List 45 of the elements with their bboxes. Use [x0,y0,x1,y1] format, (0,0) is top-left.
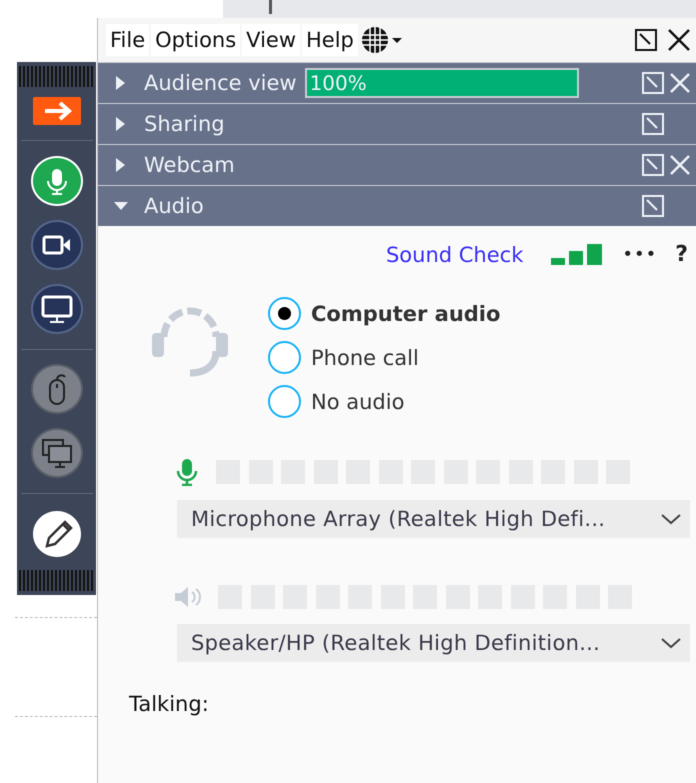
close-icon [668,153,692,177]
undock-icon [641,71,665,95]
close-icon [668,71,692,95]
microphone-icon [174,458,200,486]
more-button[interactable]: ••• [622,244,658,265]
speaker-icon [174,584,202,610]
undock-icon [641,153,665,177]
menu-item[interactable]: Help [302,24,358,56]
grip-handle[interactable] [19,570,94,591]
monitor-icon [40,294,72,324]
undock-icon [634,28,658,52]
audio-option[interactable]: Computer audio [268,297,500,330]
speaker-select[interactable]: Speaker/HP (Realtek High Definition... [177,624,690,662]
monitors-icon [40,437,72,470]
close-icon [666,27,692,53]
section-header[interactable]: Webcam [98,144,696,185]
radio-button[interactable] [268,297,301,330]
globe-icon [360,25,402,55]
menu-item[interactable]: View [242,24,300,56]
audio-option[interactable]: Phone call [268,341,500,374]
audio-option[interactable]: No audio [268,385,500,418]
undock-icon [641,194,665,218]
language-button[interactable] [360,25,402,55]
undock-icon [641,112,665,136]
help-button[interactable]: ? [675,242,688,267]
close-button[interactable] [666,27,692,53]
section-title: Sharing [144,112,225,136]
section-title: Webcam [144,153,235,177]
collapse-button[interactable] [32,97,80,126]
menu-item[interactable]: Options [151,24,240,56]
section-header[interactable]: Sharing [98,103,696,144]
undock-button[interactable] [634,28,658,52]
progress-reading: 100% [310,70,367,96]
radio-button[interactable] [268,341,301,374]
radio-button[interactable] [268,385,301,418]
talking-label: Talking: [129,692,210,716]
grip-handle[interactable] [19,66,94,88]
section-title: Audience view [144,71,297,95]
section-header[interactable]: Audio [98,185,696,226]
section-header[interactable]: Audience view 100% [98,62,696,103]
menu-item[interactable]: File [106,24,150,56]
section-title: Audio [144,194,204,218]
sound-check-link[interactable]: Sound Check [386,242,524,266]
signal-bars-icon [551,244,602,265]
microphone-select[interactable]: Microphone Array (Realtek High Defi... [177,500,690,538]
